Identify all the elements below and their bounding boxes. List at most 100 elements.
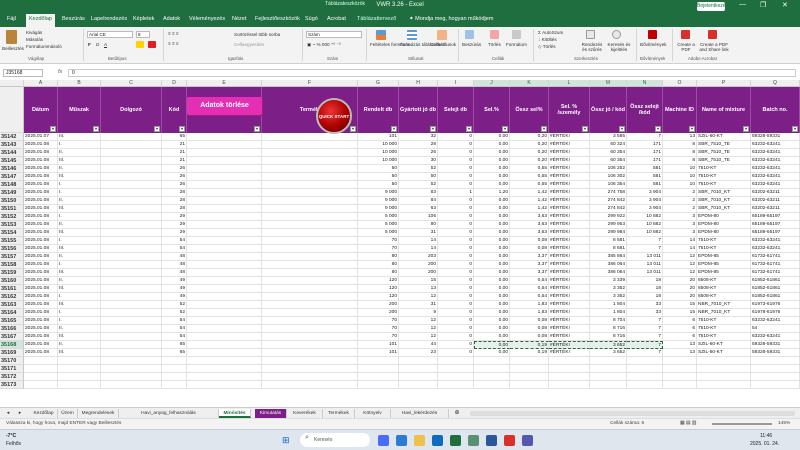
table-cell[interactable]: 101 bbox=[358, 349, 399, 357]
table-cell[interactable]: 65189-65197 bbox=[751, 229, 800, 237]
table-cell[interactable]: 120 bbox=[358, 285, 399, 293]
table-cell[interactable] bbox=[474, 373, 510, 381]
filter-dropdown-icon[interactable]: ▾ bbox=[655, 126, 661, 132]
table-header-cell[interactable]: Rendelt db ▾ bbox=[358, 87, 399, 133]
italic-button[interactable]: D bbox=[96, 42, 99, 47]
table-cell[interactable]: SBR_7010_KT bbox=[697, 205, 751, 213]
table-cell[interactable]: 3 bbox=[663, 229, 697, 237]
table-cell[interactable] bbox=[262, 325, 358, 333]
table-cell[interactable] bbox=[101, 365, 162, 373]
row-header[interactable]: 35173 bbox=[0, 381, 24, 389]
table-cell[interactable]: 3 bbox=[663, 213, 697, 221]
create-pdf-button[interactable]: Create a PDF bbox=[677, 42, 695, 52]
table-cell[interactable]: 70 bbox=[358, 245, 399, 253]
table-cell[interactable]: 0,00 bbox=[474, 149, 510, 157]
table-cell[interactable] bbox=[438, 365, 474, 373]
table-cell[interactable] bbox=[262, 181, 358, 189]
table-cell[interactable]: 80 bbox=[399, 221, 438, 229]
table-cell[interactable]: 385 864 bbox=[590, 253, 627, 261]
table-cell[interactable]: 3 352 bbox=[590, 293, 627, 301]
table-cell[interactable]: 0,55 bbox=[510, 173, 549, 181]
table-cell[interactable]: 60 354 bbox=[590, 149, 627, 157]
sheet-tab[interactable]: Üzem bbox=[58, 409, 78, 418]
table-cell[interactable]: 3,37 bbox=[510, 261, 549, 269]
table-cell[interactable] bbox=[262, 189, 358, 197]
table-cell[interactable]: 0,08 bbox=[510, 325, 549, 333]
filter-dropdown-icon[interactable]: ▾ bbox=[154, 126, 160, 132]
table-cell[interactable]: 0,00 bbox=[474, 349, 510, 357]
table-cell[interactable] bbox=[399, 365, 438, 373]
table-cell[interactable]: #ÉRTÉK! bbox=[549, 157, 590, 165]
table-cell[interactable] bbox=[590, 357, 627, 365]
column-header-m[interactable]: M bbox=[590, 80, 627, 87]
table-cell[interactable] bbox=[262, 165, 358, 173]
table-cell[interactable]: 63232-63241 bbox=[751, 173, 800, 181]
addins-icon[interactable] bbox=[648, 30, 657, 39]
column-header-h[interactable]: H bbox=[399, 80, 438, 87]
table-cell[interactable] bbox=[187, 261, 262, 269]
filter-dropdown-icon[interactable]: ▾ bbox=[582, 126, 588, 132]
row-header[interactable]: 35154 bbox=[0, 229, 24, 237]
table-cell[interactable]: 3,63 bbox=[510, 221, 549, 229]
row-header[interactable]: 35172 bbox=[0, 373, 24, 381]
table-cell[interactable]: #ÉRTÉK! bbox=[549, 165, 590, 173]
table-cell[interactable] bbox=[262, 213, 358, 221]
table-cell[interactable] bbox=[262, 173, 358, 181]
table-cell[interactable]: 61732-61741 bbox=[751, 269, 800, 277]
create-pdf-share-button[interactable]: Create a PDF and Share link bbox=[697, 42, 731, 52]
table-cell[interactable] bbox=[187, 165, 262, 173]
table-cell[interactable] bbox=[101, 285, 162, 293]
table-cell[interactable]: 18 bbox=[627, 285, 663, 293]
word-icon[interactable] bbox=[486, 435, 497, 446]
row-header[interactable]: 35143 bbox=[0, 141, 24, 149]
table-cell[interactable]: 0 bbox=[438, 261, 474, 269]
cell-styles-button[interactable]: Cellastílusok bbox=[430, 42, 456, 47]
table-cell[interactable]: 48 bbox=[162, 269, 187, 277]
table-cell[interactable]: 0 bbox=[438, 181, 474, 189]
table-cell[interactable]: 0 bbox=[438, 173, 474, 181]
find-select-button[interactable]: Keresés és kijelölés bbox=[606, 42, 632, 52]
table-cell[interactable]: 28 bbox=[162, 205, 187, 213]
row-header[interactable]: 35157 bbox=[0, 253, 24, 261]
horizontal-scrollbar[interactable] bbox=[470, 411, 795, 416]
table-cell[interactable] bbox=[187, 381, 262, 389]
table-cell[interactable]: 171 bbox=[627, 157, 663, 165]
column-header-p[interactable]: P bbox=[697, 80, 751, 87]
table-cell[interactable] bbox=[58, 357, 101, 365]
table-cell[interactable]: NBR_7010_KT bbox=[697, 301, 751, 309]
table-cell[interactable]: 63202-63211 bbox=[751, 205, 800, 213]
table-cell[interactable] bbox=[590, 381, 627, 389]
table-cell[interactable]: 12 bbox=[663, 261, 697, 269]
table-cell[interactable] bbox=[187, 317, 262, 325]
table-cell[interactable]: II. bbox=[58, 197, 101, 205]
table-cell[interactable]: 8 704 bbox=[590, 317, 627, 325]
teams-icon[interactable] bbox=[522, 435, 533, 446]
table-cell[interactable]: #ÉRTÉK! bbox=[549, 237, 590, 245]
tab-formulas[interactable]: Képletek bbox=[133, 16, 154, 22]
table-cell[interactable]: #ÉRTÉK! bbox=[549, 341, 590, 349]
table-cell[interactable] bbox=[262, 269, 358, 277]
table-cell[interactable]: 2025.01.08 bbox=[24, 181, 58, 189]
table-cell[interactable] bbox=[101, 381, 162, 389]
table-cell[interactable]: 8508-KT bbox=[697, 277, 751, 285]
table-cell[interactable]: 33 bbox=[627, 301, 663, 309]
table-cell[interactable]: 0,00 bbox=[474, 197, 510, 205]
table-cell[interactable]: I. bbox=[58, 317, 101, 325]
table-cell[interactable] bbox=[101, 157, 162, 165]
table-cell[interactable]: 0,00 bbox=[474, 261, 510, 269]
table-cell[interactable] bbox=[187, 277, 262, 285]
table-cell[interactable] bbox=[162, 357, 187, 365]
table-cell[interactable]: 26 bbox=[162, 165, 187, 173]
table-cell[interactable]: II. bbox=[58, 253, 101, 261]
table-cell[interactable]: 0,08 bbox=[510, 333, 549, 341]
row-header[interactable]: 35151 bbox=[0, 205, 24, 213]
row-header[interactable]: 35166 bbox=[0, 325, 24, 333]
table-cell[interactable]: 44 bbox=[399, 341, 438, 349]
table-cell[interactable]: 13 bbox=[663, 133, 697, 141]
align-left-icon[interactable]: ≡ ≡ ≡ bbox=[168, 41, 179, 46]
table-cell[interactable]: 3,37 bbox=[510, 253, 549, 261]
table-cell[interactable]: #ÉRTÉK! bbox=[549, 309, 590, 317]
table-cell[interactable] bbox=[262, 229, 358, 237]
table-cell[interactable]: 10 000 bbox=[358, 157, 399, 165]
table-cell[interactable]: 2025.01.08 bbox=[24, 325, 58, 333]
